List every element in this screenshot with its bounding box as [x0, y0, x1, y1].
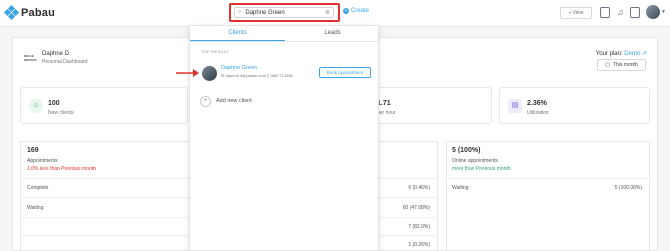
stat-utilization: ▤ 2.36% Utilization — [499, 87, 650, 124]
appointments-change: 1.0% less than Previous month — [27, 166, 96, 172]
row-value: 6 (0.46%) — [408, 185, 430, 191]
external-link-icon[interactable]: ↗ — [642, 51, 647, 57]
appointments-label: Appointments — [27, 158, 58, 164]
stat-value: 2.36% — [527, 100, 547, 107]
stat-revenue-per-hour: 1.71 per hour — [360, 87, 492, 124]
users-icon: ☺ — [29, 99, 43, 113]
create-label: Create — [351, 8, 370, 14]
company-logo: IMAGE MEDSPA — [24, 54, 37, 62]
add-user-icon[interactable]: + — [200, 96, 211, 107]
period-label: This month — [613, 62, 638, 68]
stat-label: per hour — [377, 110, 396, 116]
chevron-down-icon[interactable]: ▼ — [661, 9, 666, 15]
row-label: Complete — [27, 185, 49, 191]
stat-label: New clients — [48, 110, 74, 116]
stat-value: 100 — [48, 100, 60, 107]
plus-icon: + — [343, 8, 349, 14]
plan-info: Your plan: Demo ↗ — [596, 50, 647, 57]
row-value: 60 (47.08%) — [402, 205, 430, 211]
row-value: 5 (100.00%) — [614, 185, 642, 191]
section-label: TOP RESULT — [201, 49, 229, 54]
online-change: more than Previous month — [452, 166, 511, 172]
arrow-right-icon — [176, 69, 199, 77]
calendar-icon: ▢ — [605, 62, 610, 68]
view-label: View — [572, 10, 584, 16]
view-button[interactable]: + View — [560, 7, 592, 19]
stat-value: 1.71 — [377, 100, 391, 107]
create-button[interactable]: + Create — [343, 8, 369, 14]
calendar-icon: ▤ — [508, 99, 522, 113]
bell-icon[interactable]: ♫ — [617, 7, 624, 17]
search-icon: ⌕ — [238, 9, 242, 15]
add-new-client-link[interactable]: Add new client — [216, 98, 252, 104]
result-name[interactable]: Daphne Green — [221, 65, 257, 71]
stat-new-clients: ☺ 100 New clients — [20, 87, 188, 124]
search-results-dropdown: Clients Leads TOP RESULT Daphne Green ✉ … — [189, 25, 380, 251]
avatar[interactable] — [646, 5, 660, 19]
user-header: IMAGE MEDSPA Daphne D. Personal Dashboard — [24, 51, 88, 65]
tab-divider — [190, 41, 380, 42]
plan-link[interactable]: Demo — [624, 51, 640, 57]
user-name: Daphne D. — [42, 51, 71, 57]
result-phone: 0857712456 — [270, 73, 293, 78]
plan-prefix: Your plan: — [595, 51, 623, 57]
result-contact: ✉ daphne.d@pabau.com ▯ 0857712456 — [221, 73, 293, 78]
user-subtitle: Personal Dashboard — [42, 59, 88, 65]
period-select[interactable]: ▢ This month — [597, 59, 646, 71]
brand-logo[interactable]: Pabau — [3, 4, 56, 21]
tab-leads[interactable]: Leads — [285, 26, 380, 41]
search-highlight: ⌕ Daphne Green ⊗ — [229, 3, 340, 22]
book-appointment-button[interactable]: Book Appointment — [319, 67, 371, 78]
row-value: 1 (0.26%) — [408, 242, 430, 248]
pabau-logo-icon — [3, 4, 20, 21]
inbox-icon[interactable] — [630, 7, 640, 18]
brand-name: Pabau — [21, 6, 56, 19]
result-email: daphne.d@pabau.com — [225, 73, 267, 78]
calendar-icon[interactable] — [600, 7, 610, 18]
divider — [446, 178, 650, 179]
online-label: Online appointments — [452, 158, 498, 164]
top-bar: Pabau ⌕ Daphne Green ⊗ + Create + View ♫… — [0, 0, 670, 27]
tab-clients[interactable]: Clients — [190, 26, 285, 41]
online-count: 5 (100%) — [452, 147, 481, 154]
search-input[interactable]: ⌕ Daphne Green ⊗ — [234, 7, 334, 18]
email-icon: ✉ — [221, 73, 225, 78]
row-label: Waiting — [452, 185, 469, 191]
row-label: Waiting — [27, 205, 44, 211]
plus-icon: + — [568, 10, 572, 16]
appointments-count: 169 — [27, 147, 39, 154]
close-icon[interactable]: ⊗ — [325, 9, 330, 16]
stat-label: Utilization — [527, 110, 549, 116]
row-value: 7 (82.0%) — [408, 224, 430, 230]
avatar[interactable] — [202, 66, 217, 81]
search-value: Daphne Green — [245, 9, 285, 16]
